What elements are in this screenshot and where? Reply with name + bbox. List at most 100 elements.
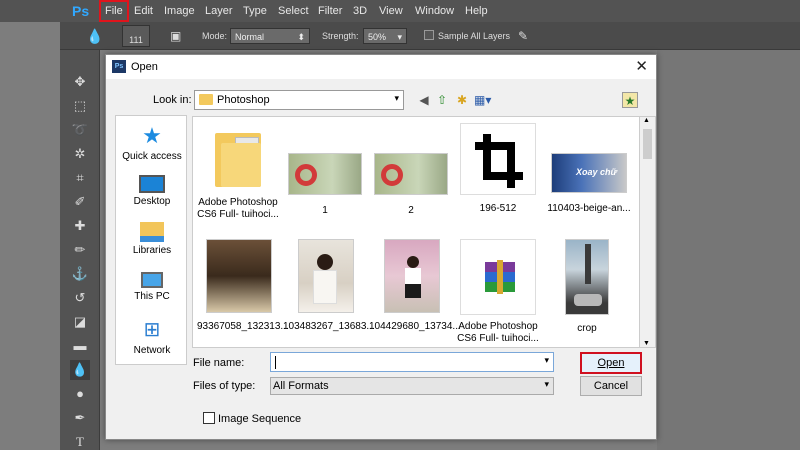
- checkbox-box: [203, 412, 215, 424]
- file-name: 110403-beige-an...: [547, 203, 631, 214]
- drop-tool-icon[interactable]: 💧: [86, 28, 103, 44]
- dropdown-arrows-icon: ⬍: [297, 32, 305, 42]
- files-of-type-dropdown[interactable]: All Formats ▾: [270, 377, 554, 395]
- menu-file[interactable]: File: [99, 0, 129, 22]
- dialog-titlebar[interactable]: Ps Open ✕: [106, 55, 656, 79]
- open-button[interactable]: Open: [580, 352, 642, 374]
- pen-tool-icon[interactable]: ✒: [70, 408, 90, 428]
- file-name-input[interactable]: ▾: [270, 352, 554, 372]
- file-list: Adobe Photoshop CS6 Full- tuihoci... 1 2: [192, 116, 640, 348]
- chevron-down-icon: ▾: [397, 32, 402, 42]
- file-name: 93367058_132313...: [197, 321, 289, 332]
- file-name: Adobe Photoshop CS6 Full- tuihoci...: [197, 197, 279, 220]
- new-folder-icon[interactable]: ✱: [454, 92, 470, 108]
- chevron-down-icon[interactable]: ▾: [544, 355, 549, 366]
- healing-brush-icon[interactable]: ✚: [70, 216, 90, 236]
- file-item[interactable]: Adobe Photoshop CS6 Full- tuihoci...: [455, 239, 541, 345]
- menu-filter[interactable]: Filter: [318, 0, 342, 22]
- menu-help[interactable]: Help: [465, 0, 488, 22]
- scrollbar-thumb[interactable]: [643, 129, 652, 159]
- marquee-tool-icon[interactable]: ⬚: [70, 96, 90, 116]
- place-label: Libraries: [132, 245, 172, 256]
- up-folder-icon[interactable]: ⇧: [434, 92, 450, 108]
- file-item[interactable]: Xoay chữ 110403-beige-an...: [545, 123, 633, 215]
- place-this-pc[interactable]: This PC: [116, 268, 188, 302]
- file-item[interactable]: 196-512: [455, 123, 541, 215]
- place-network[interactable]: ⊞ Network: [116, 318, 188, 356]
- tools-panel: ✥ ⬚ ➰ ✲ ⌗ ✐ ✚ ✏ ⚓ ↺ ◪ ▬ 💧 ● ✒ T: [60, 50, 100, 450]
- strength-label: Strength:: [322, 31, 359, 41]
- file-list-scrollbar[interactable]: ▲ ▼: [639, 116, 656, 348]
- menu-window[interactable]: Window: [415, 0, 454, 22]
- dialog-title: Open: [131, 61, 158, 73]
- photo-thumbnail: [384, 239, 440, 313]
- file-item[interactable]: 1: [285, 123, 365, 217]
- scroll-down-icon[interactable]: ▼: [643, 340, 650, 347]
- brush-size-picker[interactable]: 111: [122, 25, 150, 47]
- options-bar: 💧 111 ▣ Mode: Normal ⬍ Strength: 50% ▾ Sam…: [60, 22, 800, 50]
- file-item[interactable]: 103483267_13683...: [283, 239, 375, 333]
- sample-all-checkbox[interactable]: Sample All Layers: [424, 28, 510, 44]
- blur-tool-icon[interactable]: 💧: [70, 360, 90, 380]
- move-tool-icon[interactable]: ✥: [70, 72, 90, 92]
- photoshop-logo: Ps: [72, 3, 90, 19]
- eyedropper-icon[interactable]: ✐: [70, 192, 90, 212]
- mode-value: Normal: [235, 32, 265, 42]
- files-of-type-value: All Formats: [273, 380, 329, 392]
- pressure-icon[interactable]: ✎: [518, 28, 528, 44]
- close-icon[interactable]: ✕: [635, 57, 648, 75]
- cancel-button[interactable]: Cancel: [580, 376, 642, 396]
- open-dialog: Ps Open ✕ Look in: Photoshop ▾ ◀ ⇧ ✱ ▦▾ …: [105, 54, 657, 440]
- menu-type[interactable]: Type: [243, 0, 267, 22]
- place-quick-access[interactable]: ★ Quick access: [116, 124, 188, 163]
- photoshop-folder-icon[interactable]: ★: [622, 92, 638, 108]
- image-sequence-checkbox[interactable]: Image Sequence: [203, 412, 301, 425]
- menu-3d[interactable]: 3D: [353, 0, 367, 22]
- photo-thumbnail: [288, 153, 362, 195]
- canvas-area: [657, 50, 800, 450]
- photo-thumbnail: [565, 239, 609, 315]
- thumbnail-text: Xoay chữ: [576, 167, 617, 177]
- type-tool-icon[interactable]: T: [70, 432, 90, 450]
- scroll-up-icon[interactable]: ▲: [643, 117, 650, 124]
- view-menu-icon[interactable]: ▦▾: [474, 92, 491, 108]
- place-libraries[interactable]: Libraries: [116, 220, 188, 256]
- menu-bar: Ps File Edit Image Layer Type Select Fil…: [0, 0, 800, 22]
- eraser-tool-icon[interactable]: ◪: [70, 312, 90, 332]
- photo-thumbnail: Xoay chữ: [551, 153, 627, 193]
- look-in-dropdown[interactable]: Photoshop ▾: [194, 90, 404, 110]
- place-label: This PC: [134, 291, 170, 302]
- mode-label: Mode:: [202, 31, 228, 41]
- stamp-tool-icon[interactable]: ⚓: [70, 264, 90, 284]
- brush-tool-icon[interactable]: ✏: [70, 240, 90, 260]
- file-item[interactable]: Adobe Photoshop CS6 Full- tuihoci...: [197, 123, 279, 221]
- gradient-tool-icon[interactable]: ▬: [70, 336, 90, 356]
- chevron-down-icon: ▾: [544, 379, 549, 389]
- file-name: crop: [577, 323, 597, 334]
- lasso-tool-icon[interactable]: ➰: [70, 120, 90, 140]
- menu-image[interactable]: Image: [164, 0, 195, 22]
- menu-edit[interactable]: Edit: [134, 0, 153, 22]
- place-desktop[interactable]: Desktop: [116, 172, 188, 207]
- mode-dropdown[interactable]: Normal ⬍: [230, 28, 310, 44]
- menu-view[interactable]: View: [379, 0, 403, 22]
- back-icon[interactable]: ◀: [416, 92, 432, 108]
- crop-tool-icon[interactable]: ⌗: [70, 168, 90, 188]
- strength-field[interactable]: 50% ▾: [363, 28, 407, 44]
- brush-panel-icon[interactable]: ▣: [170, 28, 181, 44]
- history-brush-icon[interactable]: ↺: [70, 288, 90, 308]
- look-in-label: Look in:: [153, 94, 192, 106]
- magic-wand-icon[interactable]: ✲: [70, 144, 90, 164]
- checkbox-box: [424, 30, 434, 40]
- file-item[interactable]: 93367058_132313...: [197, 239, 289, 333]
- dodge-tool-icon[interactable]: ●: [70, 384, 90, 404]
- file-item[interactable]: crop: [545, 239, 629, 335]
- menu-layer[interactable]: Layer: [205, 0, 233, 22]
- brush-size-value: 111: [129, 35, 143, 45]
- file-item[interactable]: 2: [371, 123, 451, 217]
- photo-thumbnail: [374, 153, 448, 195]
- archive-icon: [460, 239, 536, 315]
- menu-select[interactable]: Select: [278, 0, 309, 22]
- file-item[interactable]: 104429680_13734...: [369, 239, 461, 333]
- folder-icon: [199, 94, 213, 105]
